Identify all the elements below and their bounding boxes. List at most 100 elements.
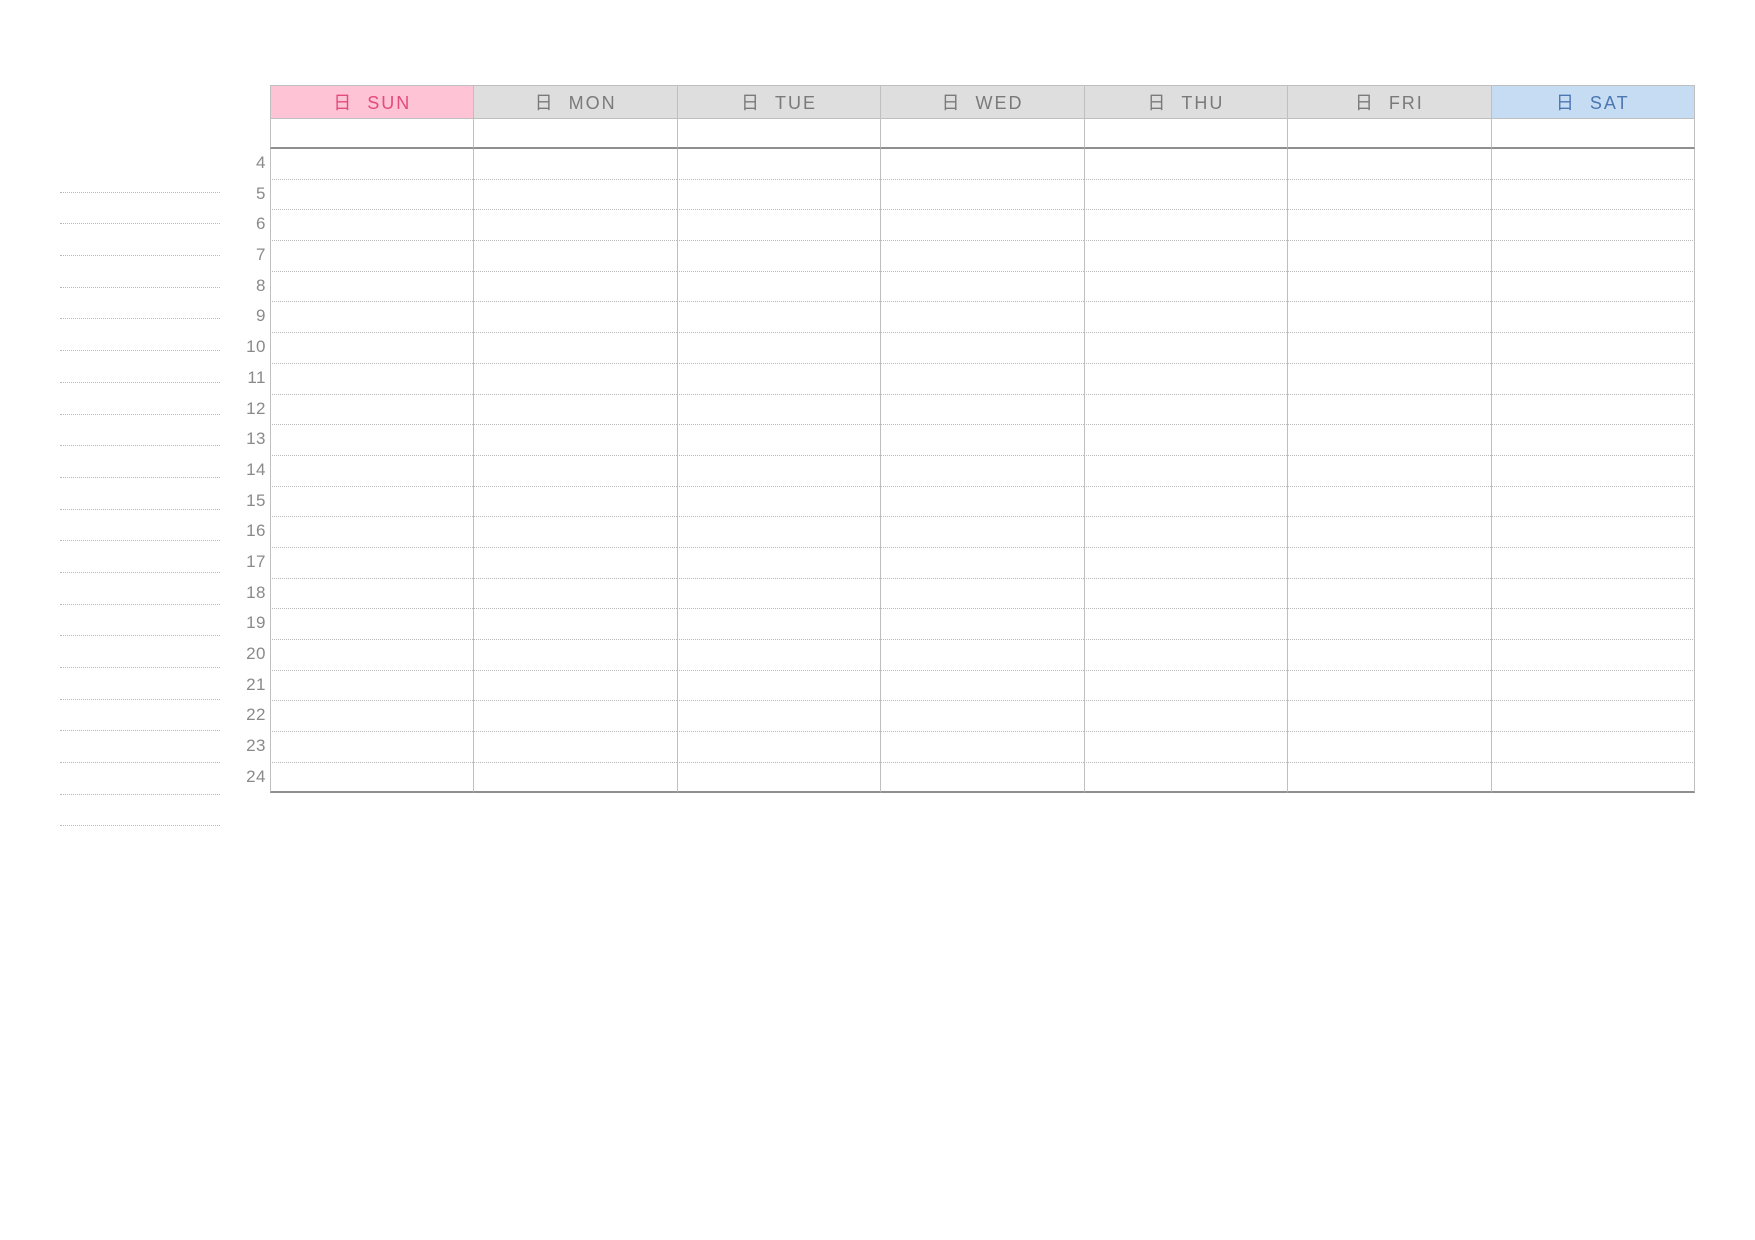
slot-thu-10[interactable]: [1084, 333, 1287, 364]
slot-sun-15[interactable]: [270, 487, 473, 518]
slot-sat-21[interactable]: [1491, 671, 1695, 702]
slot-sun-7[interactable]: [270, 241, 473, 272]
slot-fri-21[interactable]: [1287, 671, 1490, 702]
date-cell-thu[interactable]: [1084, 119, 1287, 149]
slot-mon-9[interactable]: [473, 302, 676, 333]
slot-mon-18[interactable]: [473, 579, 676, 610]
slot-fri-4[interactable]: [1287, 149, 1490, 180]
slot-thu-13[interactable]: [1084, 425, 1287, 456]
date-cell-sat[interactable]: [1491, 119, 1695, 149]
slot-mon-12[interactable]: [473, 395, 676, 426]
slot-thu-7[interactable]: [1084, 241, 1287, 272]
slot-fri-23[interactable]: [1287, 732, 1490, 763]
date-cell-wed[interactable]: [880, 119, 1083, 149]
slot-sat-16[interactable]: [1491, 517, 1695, 548]
slot-fri-19[interactable]: [1287, 609, 1490, 640]
slot-mon-7[interactable]: [473, 241, 676, 272]
slot-thu-11[interactable]: [1084, 364, 1287, 395]
slot-sat-15[interactable]: [1491, 487, 1695, 518]
slot-wed-13[interactable]: [880, 425, 1083, 456]
note-line[interactable]: [60, 510, 220, 542]
note-line[interactable]: [60, 446, 220, 478]
slot-sun-18[interactable]: [270, 579, 473, 610]
slot-mon-16[interactable]: [473, 517, 676, 548]
slot-sun-10[interactable]: [270, 333, 473, 364]
slot-fri-9[interactable]: [1287, 302, 1490, 333]
slot-mon-17[interactable]: [473, 548, 676, 579]
slot-fri-13[interactable]: [1287, 425, 1490, 456]
slot-fri-22[interactable]: [1287, 701, 1490, 732]
slot-sat-9[interactable]: [1491, 302, 1695, 333]
slot-sat-6[interactable]: [1491, 210, 1695, 241]
slot-thu-24[interactable]: [1084, 763, 1287, 794]
slot-sun-8[interactable]: [270, 272, 473, 303]
date-cell-sun[interactable]: [270, 119, 473, 149]
note-line[interactable]: [60, 668, 220, 700]
slot-sun-4[interactable]: [270, 149, 473, 180]
note-line[interactable]: [60, 351, 220, 383]
slot-thu-18[interactable]: [1084, 579, 1287, 610]
slot-sat-14[interactable]: [1491, 456, 1695, 487]
slot-sat-11[interactable]: [1491, 364, 1695, 395]
slot-fri-18[interactable]: [1287, 579, 1490, 610]
slot-wed-9[interactable]: [880, 302, 1083, 333]
slot-tue-6[interactable]: [677, 210, 880, 241]
slot-fri-6[interactable]: [1287, 210, 1490, 241]
slot-wed-19[interactable]: [880, 609, 1083, 640]
date-cell-tue[interactable]: [677, 119, 880, 149]
slot-mon-14[interactable]: [473, 456, 676, 487]
slot-sat-19[interactable]: [1491, 609, 1695, 640]
slot-wed-14[interactable]: [880, 456, 1083, 487]
slot-thu-17[interactable]: [1084, 548, 1287, 579]
slot-fri-11[interactable]: [1287, 364, 1490, 395]
slot-sun-13[interactable]: [270, 425, 473, 456]
slot-tue-21[interactable]: [677, 671, 880, 702]
slot-mon-10[interactable]: [473, 333, 676, 364]
slot-tue-16[interactable]: [677, 517, 880, 548]
slot-wed-6[interactable]: [880, 210, 1083, 241]
slot-fri-14[interactable]: [1287, 456, 1490, 487]
slot-wed-12[interactable]: [880, 395, 1083, 426]
note-line[interactable]: [60, 731, 220, 763]
slot-sat-20[interactable]: [1491, 640, 1695, 671]
slot-tue-5[interactable]: [677, 180, 880, 211]
slot-sat-7[interactable]: [1491, 241, 1695, 272]
slot-wed-10[interactable]: [880, 333, 1083, 364]
slot-sun-5[interactable]: [270, 180, 473, 211]
slot-tue-13[interactable]: [677, 425, 880, 456]
slot-tue-8[interactable]: [677, 272, 880, 303]
slot-mon-6[interactable]: [473, 210, 676, 241]
note-line[interactable]: [60, 383, 220, 415]
slot-wed-7[interactable]: [880, 241, 1083, 272]
slot-mon-19[interactable]: [473, 609, 676, 640]
note-line[interactable]: [60, 288, 220, 320]
slot-thu-22[interactable]: [1084, 701, 1287, 732]
slot-wed-11[interactable]: [880, 364, 1083, 395]
slot-mon-8[interactable]: [473, 272, 676, 303]
note-line[interactable]: [60, 415, 220, 447]
slot-sun-16[interactable]: [270, 517, 473, 548]
slot-sun-19[interactable]: [270, 609, 473, 640]
slot-thu-16[interactable]: [1084, 517, 1287, 548]
slot-sun-23[interactable]: [270, 732, 473, 763]
note-line[interactable]: [60, 256, 220, 288]
note-line[interactable]: [60, 224, 220, 256]
slot-thu-23[interactable]: [1084, 732, 1287, 763]
slot-fri-16[interactable]: [1287, 517, 1490, 548]
note-line[interactable]: [60, 700, 220, 732]
slot-sat-10[interactable]: [1491, 333, 1695, 364]
slot-sat-5[interactable]: [1491, 180, 1695, 211]
slot-wed-17[interactable]: [880, 548, 1083, 579]
slot-mon-5[interactable]: [473, 180, 676, 211]
slot-tue-24[interactable]: [677, 763, 880, 794]
slot-fri-7[interactable]: [1287, 241, 1490, 272]
slot-fri-20[interactable]: [1287, 640, 1490, 671]
slot-fri-10[interactable]: [1287, 333, 1490, 364]
slot-wed-8[interactable]: [880, 272, 1083, 303]
slot-tue-4[interactable]: [677, 149, 880, 180]
slot-mon-13[interactable]: [473, 425, 676, 456]
slot-fri-8[interactable]: [1287, 272, 1490, 303]
note-line[interactable]: [60, 319, 220, 351]
slot-sat-23[interactable]: [1491, 732, 1695, 763]
slot-tue-12[interactable]: [677, 395, 880, 426]
